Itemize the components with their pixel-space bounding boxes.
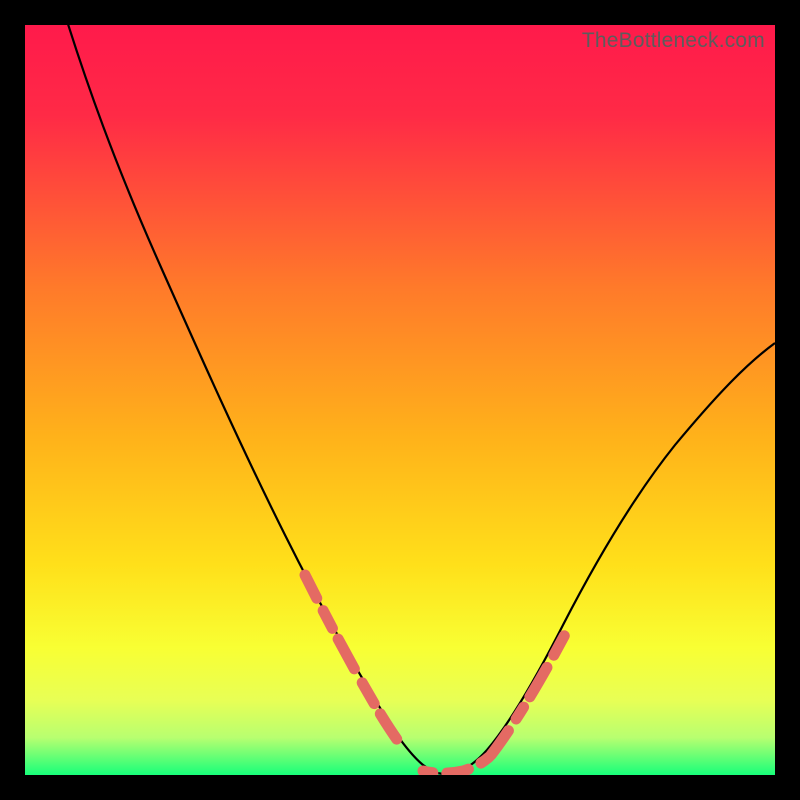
watermark-text: TheBottleneck.com <box>582 29 765 53</box>
chart-frame: TheBottleneck.com <box>25 25 775 775</box>
gradient-background <box>25 25 775 775</box>
bottleneck-chart <box>25 25 775 775</box>
